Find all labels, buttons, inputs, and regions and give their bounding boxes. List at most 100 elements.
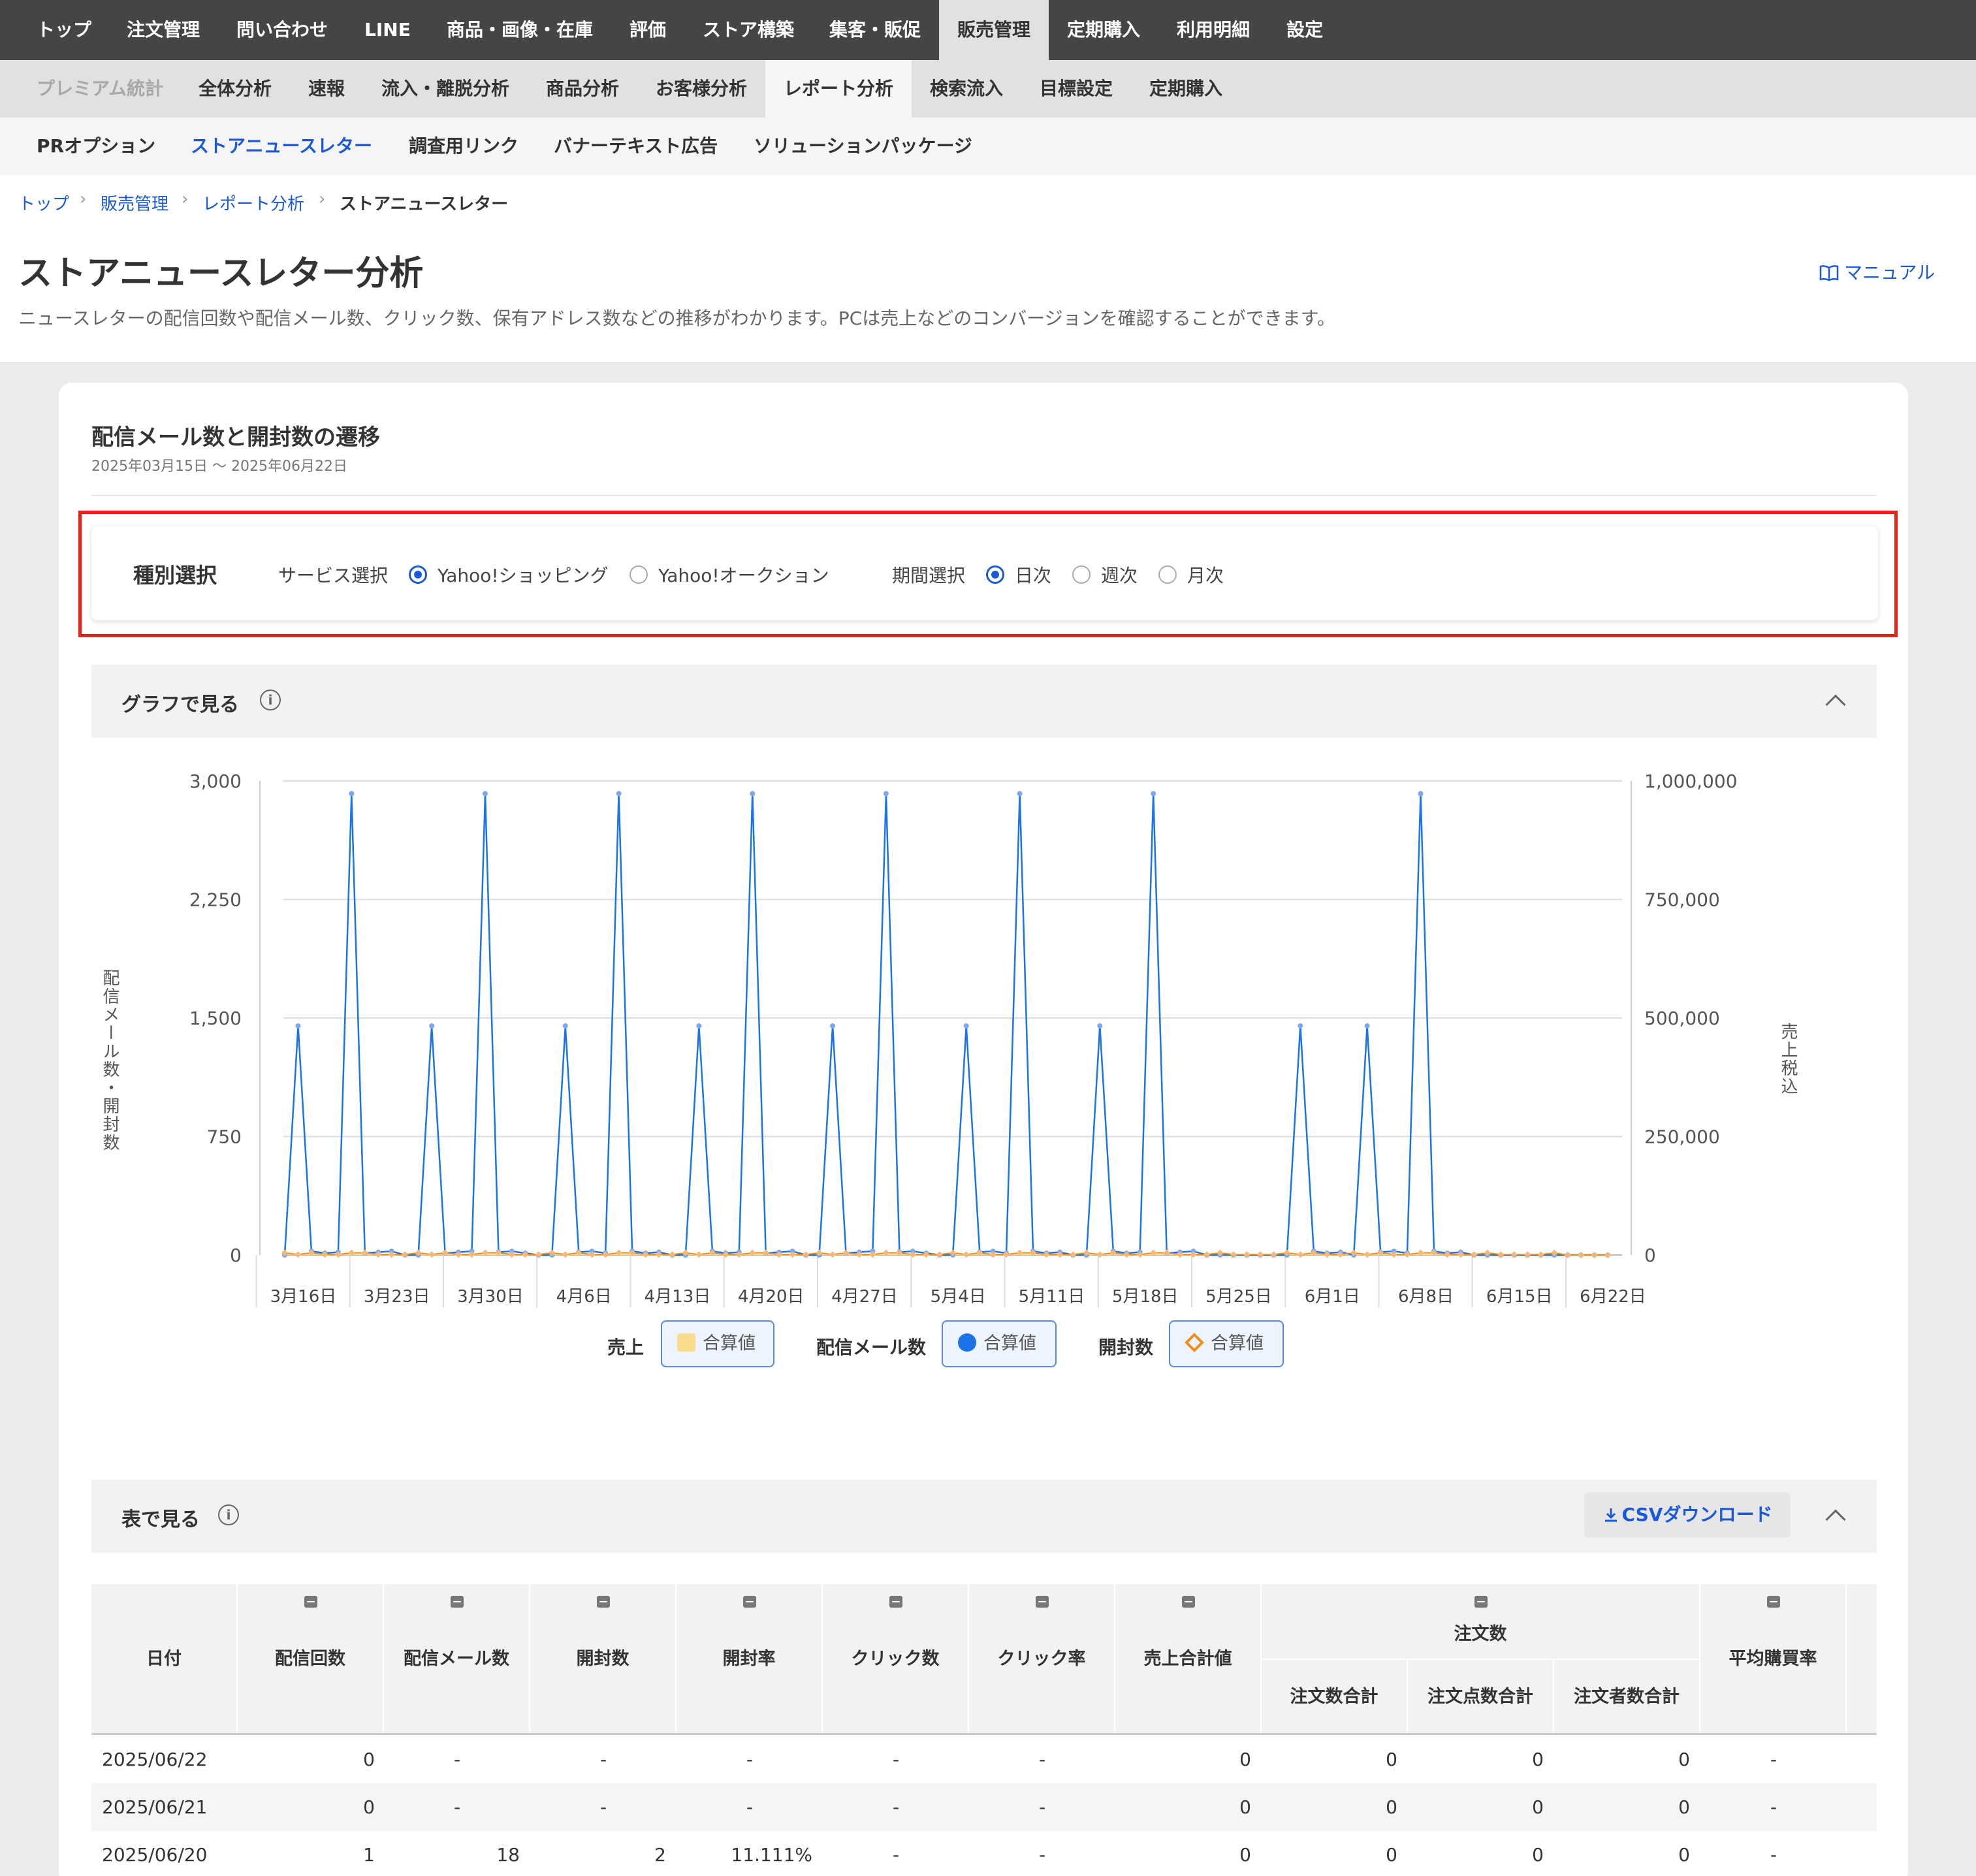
table-cell: 0	[1239, 1749, 1251, 1770]
col-order-total: 注文数合計	[1262, 1660, 1408, 1734]
tab-banner-ad[interactable]: バナーテキスト広告	[554, 118, 718, 175]
section-title: 配信メール数と開封数の遷移	[91, 424, 380, 451]
nav-sales-management[interactable]: 販売管理	[939, 0, 1049, 60]
tab-pr-option[interactable]: PRオプション	[37, 118, 155, 175]
subnav-subscription[interactable]: 定期購入	[1149, 60, 1222, 118]
header-divider	[91, 1733, 1877, 1735]
csv-download-button[interactable]: CSVダウンロード	[1584, 1492, 1791, 1538]
nav-products[interactable]: 商品・画像・在庫	[447, 0, 593, 60]
nav-reviews[interactable]: 評価	[629, 0, 666, 60]
nav-promotion[interactable]: 集客・販促	[829, 0, 921, 60]
subnav-flash[interactable]: 速報	[308, 60, 345, 118]
subnav-overall[interactable]: 全体分析	[199, 60, 272, 118]
download-icon	[1604, 1508, 1617, 1522]
table-cell: -	[892, 1844, 900, 1866]
collapse-icon[interactable]	[304, 1596, 317, 1608]
breadcrumb-reports[interactable]: レポート分析	[202, 191, 304, 215]
subnav-reports[interactable]: レポート分析	[765, 60, 912, 118]
collapse-icon[interactable]	[889, 1596, 902, 1608]
radio-yahoo-shopping[interactable]	[409, 565, 427, 584]
info-icon[interactable]: i	[260, 690, 281, 710]
tab-newsletter[interactable]: ストアニュースレター	[191, 118, 372, 175]
nav-orders[interactable]: 注文管理	[127, 0, 200, 60]
table-row: 2025/06/22 0 - - - - - 0 0 0 0 -	[91, 1736, 1877, 1783]
section-date-range: 2025年03月15日 〜 2025年06月22日	[91, 458, 347, 475]
radio-yahoo-shopping-label[interactable]: Yahoo!ショッピング	[438, 562, 609, 588]
nav-store-build[interactable]: ストア構築	[703, 0, 794, 60]
table-cell: -	[892, 1749, 900, 1770]
col-click-count-label: クリック数	[851, 1648, 940, 1669]
table-cell: 2025/06/22	[102, 1749, 208, 1770]
table-cell: -	[453, 1796, 461, 1818]
subnav-traffic[interactable]: 流入・離脱分析	[381, 60, 509, 118]
square-icon	[677, 1333, 695, 1352]
table-cell: -	[746, 1796, 754, 1818]
col-avg-purchase-rate: 平均購買率	[1700, 1584, 1847, 1734]
radio-yahoo-auction-label[interactable]: Yahoo!オークション	[658, 562, 829, 588]
radio-yahoo-auction[interactable]	[629, 565, 648, 584]
breadcrumb-current: ストアニュースレター	[340, 195, 509, 214]
col-mail-count: 配信メール数	[384, 1584, 530, 1734]
nav-subscription[interactable]: 定期購入	[1067, 0, 1140, 60]
collapse-icon[interactable]	[597, 1596, 610, 1608]
subnav-customers[interactable]: お客様分析	[656, 60, 747, 118]
table-cell: 18	[496, 1844, 520, 1866]
table-cell: 0	[1532, 1749, 1544, 1770]
nav-billing[interactable]: 利用明細	[1177, 0, 1250, 60]
table-cell: -	[453, 1749, 461, 1770]
radio-daily[interactable]	[986, 565, 1004, 584]
y-axis-title: 配信メール数・開封数	[100, 969, 120, 1152]
col-click-count: クリック数	[823, 1584, 969, 1734]
collapse-icon[interactable]	[1474, 1596, 1488, 1608]
col-send-count-label: 配信回数	[275, 1648, 345, 1669]
section-divider	[91, 495, 1877, 496]
graph-accordion-header[interactable]	[91, 665, 1877, 738]
manual-link[interactable]: マニュアル	[1819, 259, 1935, 285]
radio-monthly[interactable]	[1158, 565, 1177, 584]
diamond-icon	[1185, 1333, 1204, 1352]
table-cell: 0	[1239, 1796, 1251, 1818]
collapse-icon[interactable]	[1036, 1596, 1049, 1608]
subnav-products[interactable]: 商品分析	[546, 60, 619, 118]
col-mail-count-label: 配信メール数	[404, 1648, 509, 1669]
legend-mails-button[interactable]: 合算値	[942, 1320, 1057, 1367]
subnav-premium-stats[interactable]: プレミアム統計	[37, 60, 163, 118]
radio-daily-label[interactable]: 日次	[1015, 562, 1051, 588]
table-cell: -	[746, 1749, 754, 1770]
radio-weekly[interactable]	[1072, 565, 1091, 584]
table-cell: 0	[1386, 1796, 1397, 1818]
nav-inquiry[interactable]: 問い合わせ	[236, 0, 328, 60]
nav-line[interactable]: LINE	[364, 0, 411, 60]
radio-monthly-label[interactable]: 月次	[1187, 562, 1224, 588]
nav-top[interactable]: トップ	[37, 0, 91, 60]
collapse-icon[interactable]	[1767, 1596, 1780, 1608]
subnav-search[interactable]: 検索流入	[930, 60, 1003, 118]
col-order-items-total: 注文点数合計	[1408, 1660, 1554, 1734]
table-cell: -	[599, 1749, 607, 1770]
collapse-icon[interactable]	[451, 1596, 464, 1608]
table-cell: 0	[1532, 1796, 1544, 1818]
col-group-orders-label: 注文数	[1454, 1623, 1507, 1644]
legend-sales-button[interactable]: 合算値	[661, 1320, 774, 1367]
period-select-label: 期間選択	[892, 565, 966, 586]
info-icon[interactable]: i	[218, 1504, 239, 1525]
subnav-goals[interactable]: 目標設定	[1040, 60, 1113, 118]
table-cell: -	[599, 1796, 607, 1818]
table-cell: 2025/06/20	[102, 1844, 208, 1866]
tab-survey-link[interactable]: 調査用リンク	[409, 118, 518, 175]
sub-nav: プレミアム統計 全体分析 速報 流入・離脱分析 商品分析 お客様分析 レポート分…	[0, 60, 1976, 118]
page-title: ストアニュースレター分析	[18, 254, 424, 293]
breadcrumb-top[interactable]: トップ	[18, 191, 69, 215]
collapse-icon[interactable]	[1182, 1596, 1195, 1608]
radio-weekly-label[interactable]: 週次	[1101, 562, 1138, 588]
collapse-icon[interactable]	[743, 1596, 756, 1608]
legend-mails-button-label: 合算値	[983, 1333, 1036, 1354]
table-cell: -	[892, 1796, 900, 1818]
col-open-rate-label: 開封率	[722, 1648, 776, 1669]
data-table: 日付 配信回数 配信メール数 開封数 開封率 クリック数 クリック率 売上合計値…	[91, 1584, 1877, 1876]
nav-settings[interactable]: 設定	[1286, 0, 1323, 60]
breadcrumb-sales[interactable]: 販売管理	[101, 191, 168, 215]
tab-solution-package[interactable]: ソリューションパッケージ	[754, 118, 972, 175]
legend-opens-button[interactable]: 合算値	[1169, 1320, 1284, 1367]
col-group-orders: 注文数	[1262, 1584, 1700, 1659]
